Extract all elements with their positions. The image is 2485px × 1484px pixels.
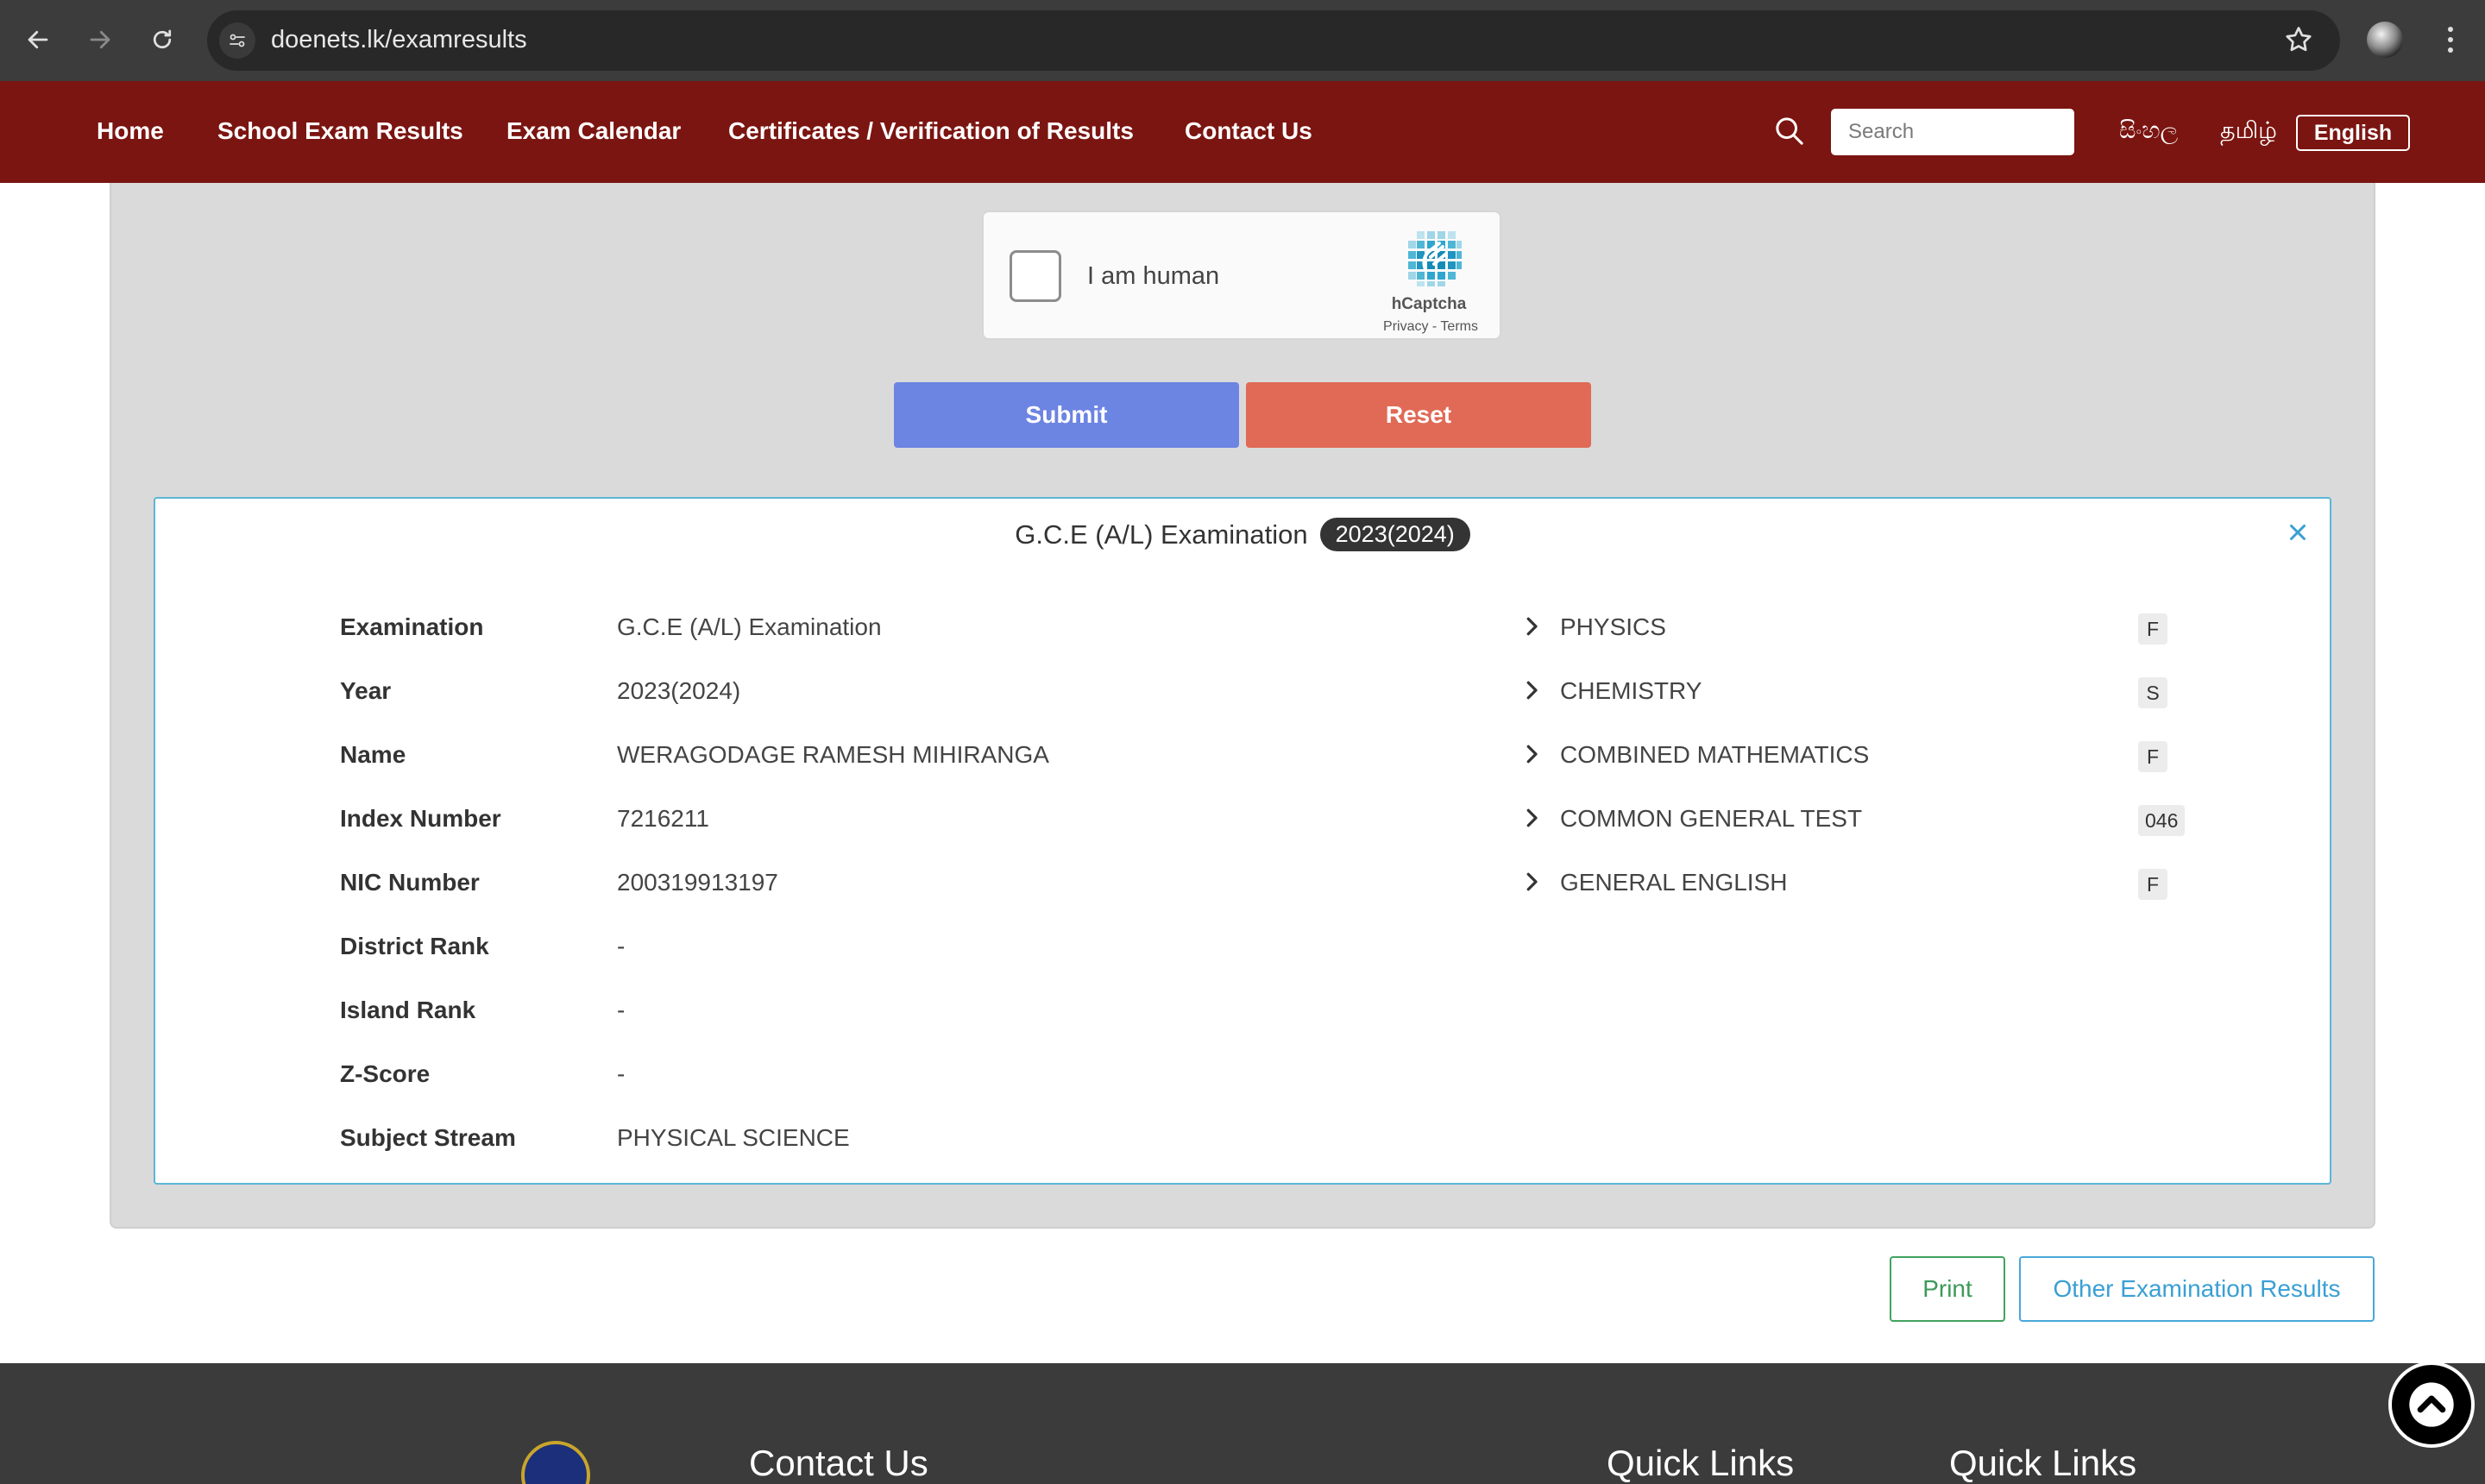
chevron-right-icon	[1519, 677, 1544, 703]
result-title: G.C.E (A/L) Examination 2023(2024)	[155, 518, 2330, 551]
district-rank-label: District Rank	[340, 933, 489, 959]
browser-toolbar: doenets.lk/examresults	[0, 0, 2485, 81]
result-card: G.C.E (A/L) Examination 2023(2024) Examin…	[154, 497, 2331, 1185]
search-icon[interactable]	[1772, 114, 1807, 153]
subject-name-common-general-test: COMMON GENERAL TEST	[1560, 805, 1863, 832]
year-badge: 2023(2024)	[1319, 518, 1470, 551]
year-label: Year	[340, 677, 392, 704]
grade-badge-chemistry: S	[2138, 677, 2167, 708]
subject-stream-label: Subject Stream	[340, 1124, 516, 1151]
profile-avatar[interactable]	[2367, 22, 2403, 58]
nic-number-value: 200319913197	[617, 869, 778, 896]
chevron-right-icon	[1519, 805, 1544, 831]
nav-exam-calendar[interactable]: Exam Calendar	[506, 117, 681, 145]
island-rank-label: Island Rank	[340, 997, 476, 1023]
submit-button[interactable]: Submit	[894, 382, 1239, 448]
chevron-up-icon	[2409, 1382, 2454, 1427]
z-score-label: Z-Score	[340, 1060, 431, 1087]
subject-name-general-english: GENERAL ENGLISH	[1560, 869, 1788, 896]
grade-badge-general-english: F	[2138, 869, 2167, 900]
district-rank-value: -	[617, 933, 626, 959]
result-exam-name: G.C.E (A/L) Examination	[1015, 519, 1308, 550]
nav-certificates[interactable]: Certificates / Verification of Results	[728, 117, 1134, 145]
subject-name-chemistry: CHEMISTRY	[1560, 677, 1702, 704]
chevron-right-icon	[1519, 741, 1544, 767]
footer-quick-links-heading-2: Quick Links	[1949, 1443, 2137, 1483]
subject-name-physics: PHYSICS	[1560, 613, 1666, 640]
grade-badge-common-general-test: 046	[2138, 805, 2186, 836]
year-value: 2023(2024)	[617, 677, 741, 704]
nav-home[interactable]: Home	[97, 117, 164, 145]
chevron-right-icon	[1519, 869, 1544, 895]
captcha-links[interactable]: Privacy - Terms	[1355, 319, 1507, 335]
nav-school-exam-results[interactable]: School Exam Results	[217, 117, 463, 145]
search-input[interactable]	[1831, 109, 2074, 155]
grade-badge-combined-mathematics: F	[2138, 741, 2167, 772]
other-examination-results-button[interactable]: Other Examination Results	[2019, 1256, 2375, 1322]
footer: Contact Us Quick Links Quick Links	[0, 1363, 2485, 1484]
footer-contact-heading: Contact Us	[749, 1443, 928, 1483]
footer-quick-links-heading: Quick Links	[1607, 1443, 1795, 1483]
examination-label: Examination	[340, 613, 484, 640]
reset-button[interactable]: Reset	[1246, 382, 1591, 448]
lang-tamil[interactable]: தமிழ்	[2220, 117, 2277, 148]
site-settings-icon[interactable]	[219, 22, 255, 59]
name-label: Name	[340, 741, 406, 768]
examination-value: G.C.E (A/L) Examination	[617, 613, 882, 640]
site-navbar: Home School Exam Results Exam Calendar C…	[0, 81, 2485, 183]
captcha-checkbox[interactable]	[1010, 250, 1061, 302]
index-number-label: Index Number	[340, 805, 501, 832]
subject-name-combined-mathematics: COMBINED MATHEMATICS	[1560, 741, 1870, 768]
star-icon[interactable]	[2283, 24, 2314, 60]
back-icon[interactable]	[21, 22, 55, 57]
url-text: doenets.lk/examresults	[271, 26, 527, 53]
island-rank-value: -	[617, 997, 626, 1023]
z-score-value: -	[617, 1060, 626, 1087]
hcaptcha-logo-icon	[1405, 228, 1465, 288]
department-logo	[521, 1441, 590, 1484]
captcha-label: I am human	[1087, 262, 1220, 290]
name-value: WERAGODAGE RAMESH MIHIRANGA	[617, 741, 1049, 768]
subject-stream-value: PHYSICAL SCIENCE	[617, 1124, 850, 1151]
grade-badge-physics: F	[2138, 613, 2167, 645]
scroll-to-top-button[interactable]	[2388, 1361, 2475, 1448]
index-number-value: 7216211	[617, 805, 709, 832]
nic-number-label: NIC Number	[340, 869, 480, 896]
lang-english[interactable]: English	[2296, 115, 2410, 151]
captcha-widget: I am human hCaptcha Privacy - Terms	[982, 211, 1501, 340]
forward-icon[interactable]	[83, 22, 117, 57]
more-menu-icon[interactable]	[2433, 21, 2468, 59]
address-bar[interactable]: doenets.lk/examresults	[207, 10, 2340, 71]
captcha-brand: hCaptcha	[1391, 295, 1467, 313]
lang-sinhala[interactable]: සිංහල	[2119, 117, 2178, 145]
close-icon[interactable]	[2285, 519, 2311, 545]
chevron-right-icon	[1519, 613, 1544, 639]
reload-icon[interactable]	[145, 22, 179, 57]
nav-contact-us[interactable]: Contact Us	[1185, 117, 1312, 145]
print-button[interactable]: Print	[1890, 1256, 2005, 1322]
